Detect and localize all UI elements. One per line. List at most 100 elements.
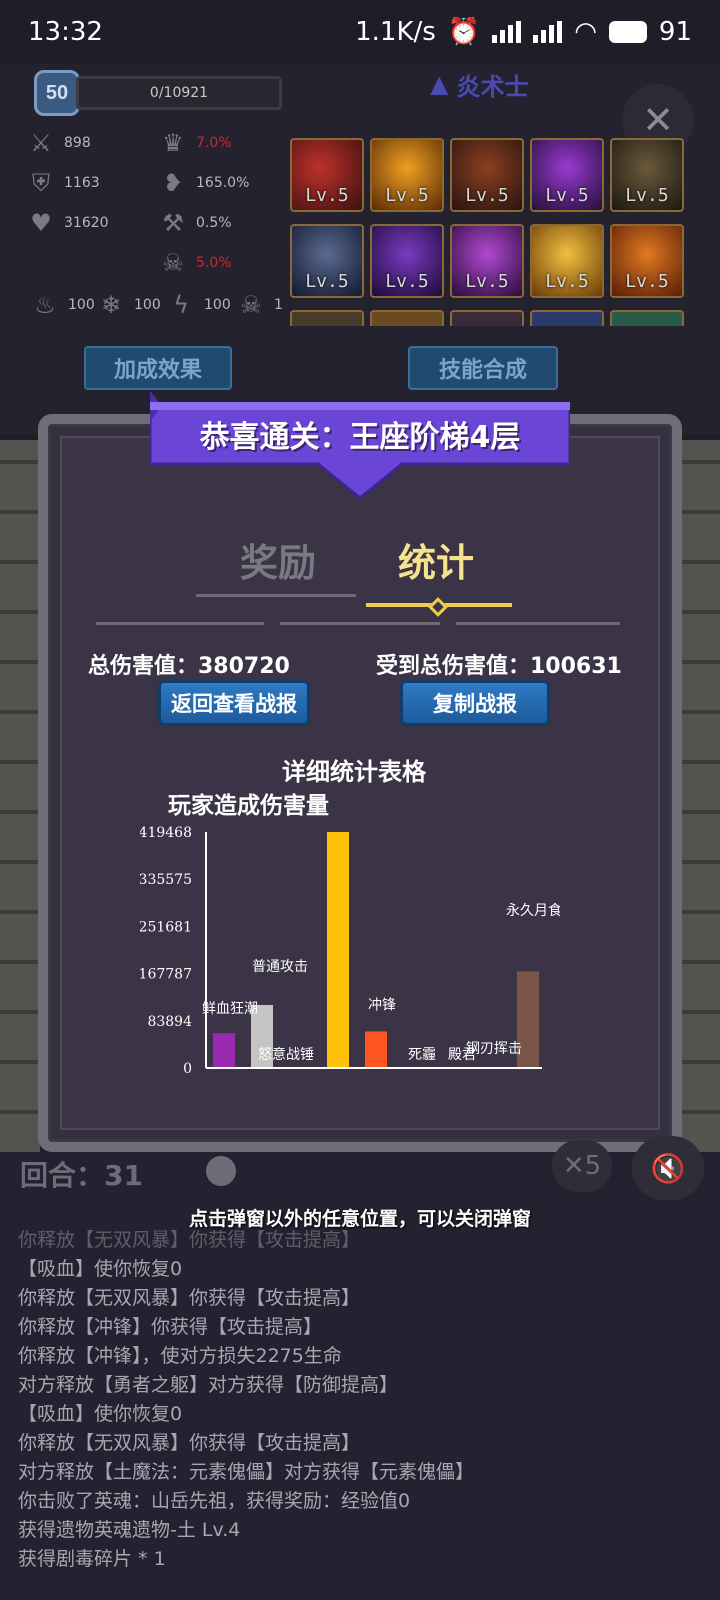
stat-poison: ☠ 1 xyxy=(236,290,283,320)
alarm-icon: ⏰ xyxy=(447,17,481,47)
class-label: 炎术士 xyxy=(456,72,529,101)
skill-slot[interactable]: Lv.5 xyxy=(370,224,444,298)
chart-title: 玩家造成伤害量 xyxy=(168,793,329,819)
broken-heart-icon: ❥ xyxy=(162,169,184,197)
y-tick-label: 251681 xyxy=(140,919,192,935)
y-tick-label: 419468 xyxy=(140,825,192,841)
log-line: 对方释放【土魔法：元素傀儡】对方获得【元素傀儡】 xyxy=(18,1461,475,1483)
status-bar: 13:32 1.1K/s ⏰ ◠ 91 xyxy=(0,0,720,64)
view-report-button[interactable]: 返回查看战报 xyxy=(158,680,310,726)
skill-slot[interactable]: Lv.5 xyxy=(290,224,364,298)
log-line: 你释放【无双风暴】你获得【攻击提高】 xyxy=(18,1287,361,1309)
skill-slot[interactable]: Lv.5 xyxy=(450,224,524,298)
crown-icon: ♛ xyxy=(162,129,184,157)
bar xyxy=(213,1033,235,1068)
log-line: 获得剧毒碎片 * 1 xyxy=(18,1548,166,1570)
skill-slot[interactable]: Lv.5 xyxy=(610,138,684,212)
stat-skull: ☠ 5.0% xyxy=(158,248,231,278)
stone-wall-left xyxy=(0,440,40,1160)
battery-icon xyxy=(608,21,647,43)
log-line: 【吸血】使你恢复0 xyxy=(18,1258,183,1280)
skill-slot[interactable]: Lv.5 xyxy=(290,138,364,212)
table-title: 详细统计表格 xyxy=(282,758,426,786)
skill-slot[interactable]: Lv.5 xyxy=(370,138,444,212)
hammer-icon: ⚒ xyxy=(162,209,184,237)
y-tick-label: 0 xyxy=(183,1061,192,1077)
stone-wall-right xyxy=(680,440,720,1160)
round-counter: 回合：31 xyxy=(20,1159,143,1192)
log-line: 你释放【无双风暴】你获得【攻击提高】 xyxy=(18,1432,361,1454)
y-tick-label: 335575 xyxy=(140,872,192,888)
bar-label: 普通攻击 xyxy=(252,959,308,975)
speed-toggle-button[interactable]: ✕5 xyxy=(552,1140,612,1192)
log-line: 你释放【冲锋】你获得【攻击提高】 xyxy=(18,1316,323,1338)
tab-stats[interactable]: 统计 xyxy=(398,532,474,587)
bar xyxy=(365,1031,387,1068)
bar-label: 永久月食 xyxy=(506,902,560,919)
wifi-icon: ◠ xyxy=(574,17,597,47)
bonus-effects-button[interactable]: 加成效果 xyxy=(84,346,232,390)
y-tick-label: 167787 xyxy=(140,967,192,983)
wizard-hat-icon: ▲ xyxy=(430,70,449,98)
battery-level: 91 xyxy=(658,17,692,47)
shield-icon: ⛨ xyxy=(32,169,50,197)
stat-hammer: ⚒ 0.5% xyxy=(158,208,231,238)
bar-label: 鲜血狂潮 xyxy=(202,1001,258,1017)
stat-lightning: ϟ 100 xyxy=(166,290,231,320)
mute-icon[interactable]: 🔇 xyxy=(632,1136,704,1200)
bar xyxy=(327,832,349,1068)
poison-skull-icon: ☠ xyxy=(240,291,262,319)
skill-slot[interactable] xyxy=(290,310,364,326)
snowflake-icon: ❄ xyxy=(100,291,122,319)
hourglass-icon xyxy=(206,1156,236,1186)
bar-label: 死霾 xyxy=(408,1047,436,1063)
log-line: 你击败了英魂：山岳先祖，获得奖励：经验值0 xyxy=(18,1490,411,1512)
section-divider xyxy=(280,622,440,625)
bar-label: 冲锋 xyxy=(368,997,396,1013)
section-divider xyxy=(96,622,264,625)
skill-slot[interactable] xyxy=(610,310,684,326)
log-line: 【吸血】使你恢复0 xyxy=(18,1403,183,1425)
stat-defense: ⛨ 1163 xyxy=(26,168,100,198)
skill-slot[interactable] xyxy=(530,310,604,326)
skill-grid: Lv.5 Lv.5 Lv.5 Lv.5 Lv.5 Lv.5 Lv.5 Lv.5 … xyxy=(290,138,688,326)
y-tick-label: 83894 xyxy=(147,1014,192,1030)
tab-rewards[interactable]: 奖励 xyxy=(240,532,316,587)
stat-fire: ♨ 100 xyxy=(30,290,95,320)
signal-2-icon xyxy=(533,21,563,43)
clock: 13:32 xyxy=(28,17,103,47)
battle-log: 你释放【无双风暴】你获得【攻击提高】 【吸血】使你恢复0 你释放【无双风暴】你获得【… xyxy=(18,1226,708,1574)
level-badge: 50 xyxy=(34,70,80,116)
section-divider xyxy=(456,622,620,625)
hero-panel: 50 0/10921 ▲ 炎术士 ✕ ⚔ 898 ⛨ 1163 ♥ 31620 ♛ 7.… xyxy=(0,64,720,434)
xp-bar: 0/10921 xyxy=(76,76,282,110)
skill-slot[interactable]: Lv.5 xyxy=(530,138,604,212)
heart-icon: ♥ xyxy=(30,209,52,237)
stat-hp: ♥ 31620 xyxy=(26,208,108,238)
stat-crit-damage: ❥ 165.0% xyxy=(158,168,249,198)
signal-icon xyxy=(492,21,522,43)
net-speed: 1.1K/s xyxy=(355,17,436,47)
copy-report-button[interactable]: 复制战报 xyxy=(400,680,550,726)
tab-divider xyxy=(196,594,356,597)
log-line: 你释放【无双风暴】你获得【攻击提高】 xyxy=(18,1229,361,1251)
skull-icon: ☠ xyxy=(162,249,184,277)
skill-slot[interactable]: Lv.5 xyxy=(450,138,524,212)
damage-taken: 受到总伤害值：100631 xyxy=(376,654,622,679)
lightning-icon: ϟ xyxy=(173,291,189,319)
class-name: ▲ 炎术士 xyxy=(430,66,528,102)
log-line: 你释放【冲锋】，使对方损失2275生命 xyxy=(18,1345,342,1367)
status-icons: 1.1K/s ⏰ ◠ 91 xyxy=(355,17,692,47)
fire-icon: ♨ xyxy=(34,291,56,319)
stat-attack: ⚔ 898 xyxy=(26,128,91,158)
skill-slot[interactable]: Lv.5 xyxy=(610,224,684,298)
bar-label: 钢刃挥击 xyxy=(466,1041,522,1057)
skill-slot[interactable] xyxy=(450,310,524,326)
log-line: 获得遗物英魂遗物-土 Lv.4 xyxy=(18,1519,241,1541)
sword-icon: ⚔ xyxy=(30,129,52,157)
stat-ice: ❄ 100 xyxy=(96,290,161,320)
skill-synthesis-button[interactable]: 技能合成 xyxy=(408,346,558,390)
skill-slot[interactable]: Lv.5 xyxy=(530,224,604,298)
skill-slot[interactable] xyxy=(370,310,444,326)
total-damage: 总伤害值：380720 xyxy=(88,654,290,679)
